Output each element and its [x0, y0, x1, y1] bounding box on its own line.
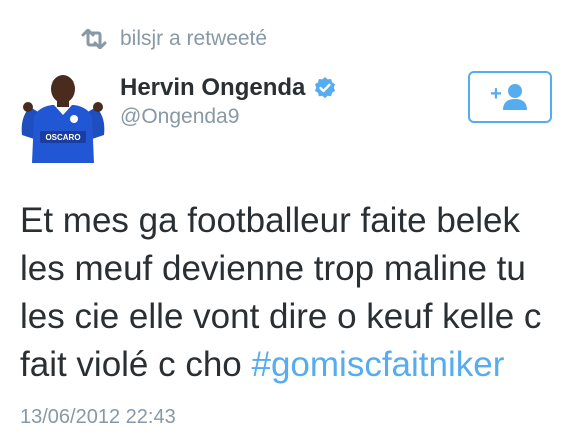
add-user-icon: + — [490, 83, 527, 110]
follow-button[interactable]: + — [468, 71, 552, 123]
author-handle[interactable]: @Ongenda9 — [120, 104, 239, 130]
jersey-sponsor-text: OSCARO — [45, 133, 80, 142]
author-name[interactable]: Hervin Ongenda — [120, 73, 305, 103]
retweet-context: bilsjr a retweeté — [80, 24, 267, 54]
retweet-label[interactable]: bilsjr a retweeté — [120, 24, 267, 54]
follow-plus-text: + — [490, 83, 502, 105]
hashtag-link[interactable]: #gomiscfaitniker — [252, 345, 505, 384]
tweet-timestamp[interactable]: 13/06/2012 22:43 — [20, 404, 176, 430]
retweet-icon — [80, 29, 108, 49]
verified-badge-icon — [313, 76, 337, 100]
tweet-body: Et mes ga footballeur faite belek les me… — [20, 197, 550, 389]
author-name-row: Hervin Ongenda — [120, 73, 337, 103]
avatar[interactable]: OSCARO — [18, 73, 108, 163]
